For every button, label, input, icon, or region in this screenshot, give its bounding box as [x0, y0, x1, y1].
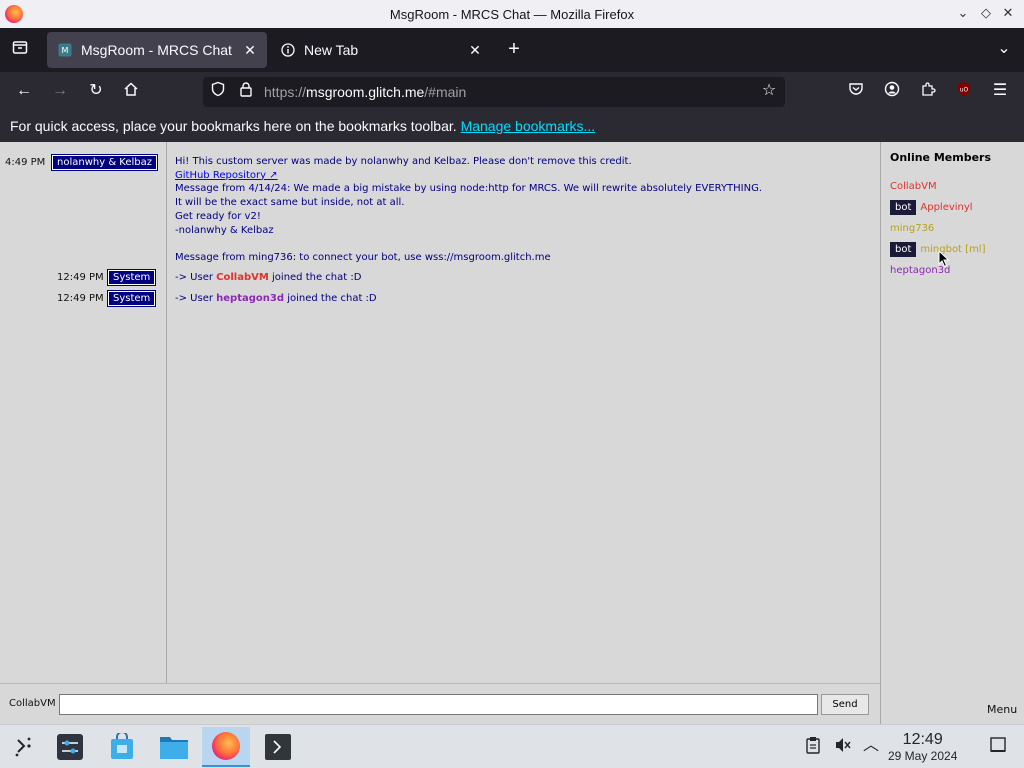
home-icon[interactable] — [120, 81, 142, 103]
tab-new-tab[interactable]: New Tab ✕ — [270, 32, 492, 68]
bookmarks-toolbar: For quick access, place your bookmarks h… — [0, 112, 1024, 142]
file-manager-icon[interactable] — [150, 727, 198, 767]
username[interactable]: CollabVM — [216, 272, 269, 283]
maximize-icon[interactable]: ◇ — [978, 5, 994, 21]
firefox-taskbar-icon[interactable] — [202, 727, 250, 767]
manage-bookmarks-link[interactable]: Manage bookmarks... — [461, 118, 596, 134]
discover-store-icon[interactable] — [98, 727, 146, 767]
taskbar: ︿ 12:49 29 May 2024 — [0, 724, 1024, 768]
pocket-icon[interactable] — [845, 81, 867, 103]
account-icon[interactable] — [881, 81, 903, 103]
ublock-origin-icon[interactable]: uO — [953, 81, 975, 103]
application-launcher-icon[interactable] — [0, 727, 48, 767]
page-content: 4:49 PM nolanwhy & Kelbaz Hi! This custo… — [0, 142, 1024, 724]
message-body: -> User heptagon3d joined the chat :D — [175, 293, 377, 304]
message-composer: CollabVM Send — [0, 683, 880, 724]
member-item[interactable]: bot Applevinyl — [890, 199, 973, 215]
message-line: It will be the exact same but inside, no… — [175, 197, 405, 209]
url-text[interactable]: https://msgroom.glitch.me/#main — [264, 84, 466, 100]
members-title: Online Members — [890, 151, 992, 164]
github-repository-link[interactable]: GitHub Repository ↗ — [175, 170, 278, 181]
member-item[interactable]: CollabVM — [890, 178, 937, 194]
message-body: -> User CollabVM joined the chat :D — [175, 272, 362, 283]
message-body: Hi! This custom server was made by nolan… — [175, 155, 762, 265]
chat-sender-column — [0, 142, 167, 683]
window-titlebar: MsgRoom - MRCS Chat — Mozilla Firefox ⌄ … — [0, 0, 1024, 28]
list-all-tabs-icon[interactable] — [9, 39, 31, 61]
hamburger-menu-icon[interactable]: ☰ — [989, 81, 1011, 103]
volume-muted-icon[interactable] — [832, 736, 854, 758]
clock-time: 12:49 — [902, 731, 943, 748]
tab-strip: M MsgRoom - MRCS Chat ✕ New Tab ✕ + ⌄ — [0, 28, 1024, 72]
message-line: Hi! This custom server was made by nolan… — [175, 156, 632, 167]
tab-label: MsgRoom - MRCS Chat — [81, 42, 232, 58]
tab-msgroom[interactable]: M MsgRoom - MRCS Chat ✕ — [47, 32, 267, 68]
extensions-puzzle-icon[interactable] — [917, 81, 939, 103]
close-tab-icon[interactable]: ✕ — [466, 41, 484, 59]
bot-badge: bot — [890, 199, 917, 215]
message-time: 4:49 PM — [5, 157, 46, 168]
mouse-cursor-icon — [938, 250, 950, 268]
back-arrow-icon[interactable]: ← — [13, 81, 35, 103]
lock-icon[interactable] — [235, 81, 257, 103]
firefox-logo-icon — [5, 5, 23, 23]
sender-badge[interactable]: System — [106, 290, 157, 307]
bookmark-star-icon[interactable]: ☆ — [758, 81, 780, 103]
message-line: Message from 4/14/24: We made a big mist… — [175, 183, 763, 195]
clipboard-icon[interactable] — [802, 736, 824, 758]
message-line: -nolanwhy & Kelbaz — [175, 224, 274, 236]
close-window-icon[interactable]: ✕ — [1000, 5, 1016, 21]
address-bar[interactable]: https://msgroom.glitch.me/#main ☆ — [203, 77, 785, 107]
reload-icon[interactable]: ↻ — [85, 81, 107, 103]
message-line: Get ready for v2! — [175, 210, 261, 222]
tab-label: New Tab — [304, 42, 359, 58]
svg-text:uO: uO — [960, 87, 969, 94]
sender-badge[interactable]: System — [106, 269, 157, 286]
show-desktop-icon[interactable] — [987, 736, 1009, 758]
tracking-shield-icon[interactable] — [207, 81, 229, 103]
system-settings-icon[interactable] — [46, 727, 94, 767]
navigation-toolbar: ← → ↻ https://msgroom.glitch.me/#main ☆ … — [0, 72, 1024, 112]
sender-badge[interactable]: nolanwhy & Kelbaz — [50, 154, 159, 171]
bot-badge: bot — [890, 241, 917, 257]
composer-username[interactable]: CollabVM — [9, 698, 56, 709]
msgroom-favicon-icon: M — [57, 42, 73, 58]
forward-arrow-icon[interactable]: → — [49, 81, 71, 103]
window-title: MsgRoom - MRCS Chat — Mozilla Firefox — [389, 6, 635, 22]
message-time: 12:49 PM — [57, 272, 104, 283]
new-tab-plus-icon[interactable]: + — [503, 39, 525, 61]
minimize-icon[interactable]: ⌄ — [955, 5, 971, 21]
info-icon — [280, 42, 296, 58]
close-tab-icon[interactable]: ✕ — [241, 41, 259, 59]
clock-date: 29 May 2024 — [888, 749, 958, 763]
bookmarks-hint-text: For quick access, place your bookmarks h… — [10, 118, 457, 134]
message-line: Message from ming736: to connect your bo… — [175, 252, 551, 264]
tray-expand-chevron-icon[interactable]: ︿ — [860, 736, 882, 758]
send-button[interactable]: Send — [821, 694, 869, 715]
terminal-icon[interactable] — [254, 727, 302, 767]
message-input[interactable] — [59, 694, 818, 715]
chat-log: 4:49 PM nolanwhy & Kelbaz Hi! This custo… — [0, 142, 880, 683]
svg-text:M: M — [62, 46, 69, 55]
clock[interactable]: 12:49 29 May 2024 — [888, 731, 957, 763]
member-item[interactable]: ming736 — [890, 220, 934, 236]
menu-button[interactable]: Menu — [987, 703, 1017, 716]
message-time: 12:49 PM — [57, 293, 104, 304]
online-members-panel: Online Members CollabVM bot Applevinyl m… — [880, 142, 1024, 724]
username[interactable]: heptagon3d — [216, 293, 284, 304]
tab-overflow-chevron-icon[interactable]: ⌄ — [993, 39, 1015, 61]
